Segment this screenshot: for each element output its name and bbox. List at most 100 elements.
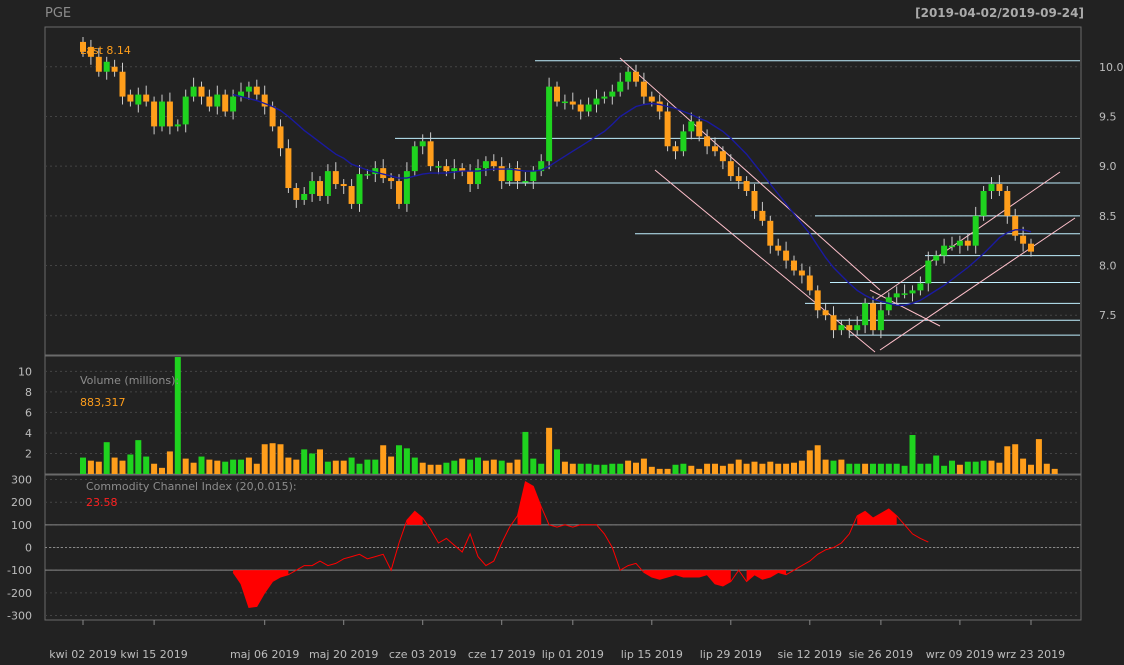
candle-body xyxy=(214,94,221,107)
candle-body xyxy=(427,141,434,167)
volume-bar xyxy=(467,459,474,474)
volume-bar xyxy=(309,453,316,474)
volume-bar xyxy=(743,463,750,474)
volume-bar xyxy=(238,459,244,474)
candle-body xyxy=(988,184,995,191)
volume-bar xyxy=(522,431,529,474)
candle-body xyxy=(617,81,624,92)
volume-bar xyxy=(870,463,876,474)
cci-label: Commodity Channel Index (20,0.015): xyxy=(86,480,297,493)
panel-frame xyxy=(44,355,1082,475)
candle-body xyxy=(727,161,734,177)
candle-body xyxy=(490,161,497,167)
volume-bar xyxy=(182,458,189,474)
x-tick-label: wrz 09 2019 xyxy=(926,648,994,661)
volume-bar xyxy=(798,460,805,474)
volume-bar xyxy=(814,445,821,474)
candle-body xyxy=(672,146,679,152)
candle-body xyxy=(530,171,537,182)
candle-body xyxy=(956,240,963,246)
volume-bar xyxy=(838,459,845,474)
candle-body xyxy=(135,94,142,105)
volume-bar xyxy=(601,464,608,474)
candle-body xyxy=(783,250,790,261)
volume-bar xyxy=(190,462,197,474)
volume-bar xyxy=(704,463,711,474)
volume-bar xyxy=(514,459,521,474)
volume-bar xyxy=(127,454,134,474)
candle-body xyxy=(656,101,663,112)
cci-overshoot-area xyxy=(857,509,897,525)
chart-title: PGE xyxy=(45,6,71,21)
candle-body xyxy=(941,245,948,256)
volume-bar xyxy=(949,460,955,474)
volume-bar xyxy=(435,464,442,474)
volume-bar xyxy=(459,458,466,474)
candle-body xyxy=(498,166,505,182)
volume-bar xyxy=(119,460,126,474)
candle-body xyxy=(917,283,924,291)
candle-body xyxy=(680,131,687,152)
cci-overshoot-area xyxy=(517,481,542,525)
candle-body xyxy=(277,126,284,149)
candle-body xyxy=(877,310,884,331)
volume-bar xyxy=(972,461,979,474)
panel-frames xyxy=(44,26,1082,621)
volume-bar xyxy=(135,440,142,474)
x-tick-label: sie 26 2019 xyxy=(849,648,914,661)
candle-body xyxy=(854,325,861,331)
price-tick-label: 10.0 xyxy=(1099,61,1124,74)
candle-body xyxy=(633,71,639,82)
candle-body xyxy=(198,86,205,97)
volume-bar xyxy=(783,463,790,474)
cci-tick-label: 200 xyxy=(11,496,32,509)
volume-value: 883,317 xyxy=(80,396,126,409)
volume-bar xyxy=(719,465,726,474)
volume-bar xyxy=(151,463,158,474)
volume-bar xyxy=(822,459,829,474)
volume-bar xyxy=(530,458,537,474)
candle-body xyxy=(356,174,363,204)
volume-bar xyxy=(293,459,300,474)
volume-bar xyxy=(277,444,284,474)
candle-body xyxy=(546,86,553,162)
candle-body xyxy=(601,96,608,99)
volume-bar xyxy=(846,463,853,474)
cci-tick-label: -100 xyxy=(7,564,32,577)
volume-bar xyxy=(980,460,987,474)
volume-bar xyxy=(633,462,639,474)
candle-body xyxy=(103,61,110,72)
volume-bar xyxy=(324,461,331,474)
volume-bar xyxy=(340,460,347,474)
candle-body xyxy=(285,148,292,189)
candle-body xyxy=(269,106,276,127)
volume-bar xyxy=(419,462,426,474)
volume-bar xyxy=(640,458,647,474)
candle-body xyxy=(1004,191,1011,216)
candle-body xyxy=(561,101,568,104)
volume-bar xyxy=(672,464,679,474)
x-tick-label: maj 20 2019 xyxy=(309,648,379,661)
volume-bar xyxy=(862,463,869,474)
cci-tick-label: -300 xyxy=(7,609,32,622)
candle-body xyxy=(972,215,979,246)
candle-body xyxy=(332,171,339,185)
volume-bar xyxy=(396,445,402,474)
candle-body xyxy=(688,121,695,132)
volume-bar xyxy=(348,457,355,474)
volume-bar xyxy=(569,463,576,474)
volume-bar xyxy=(538,463,545,474)
volume-bar xyxy=(901,465,908,474)
cci-panel: -300 -200 -100 0 100 200 300 xyxy=(7,474,1081,622)
volume-bar xyxy=(1035,439,1042,474)
volume-bar xyxy=(1012,444,1019,474)
volume-bar xyxy=(1051,468,1058,474)
candle-body xyxy=(253,86,260,95)
candle-body xyxy=(735,176,742,182)
volume-bar xyxy=(475,457,481,474)
candle-body xyxy=(340,184,347,187)
volume-bar xyxy=(593,464,600,474)
candle-body xyxy=(743,181,750,191)
candle-body xyxy=(451,168,458,172)
volume-bar xyxy=(372,459,379,474)
